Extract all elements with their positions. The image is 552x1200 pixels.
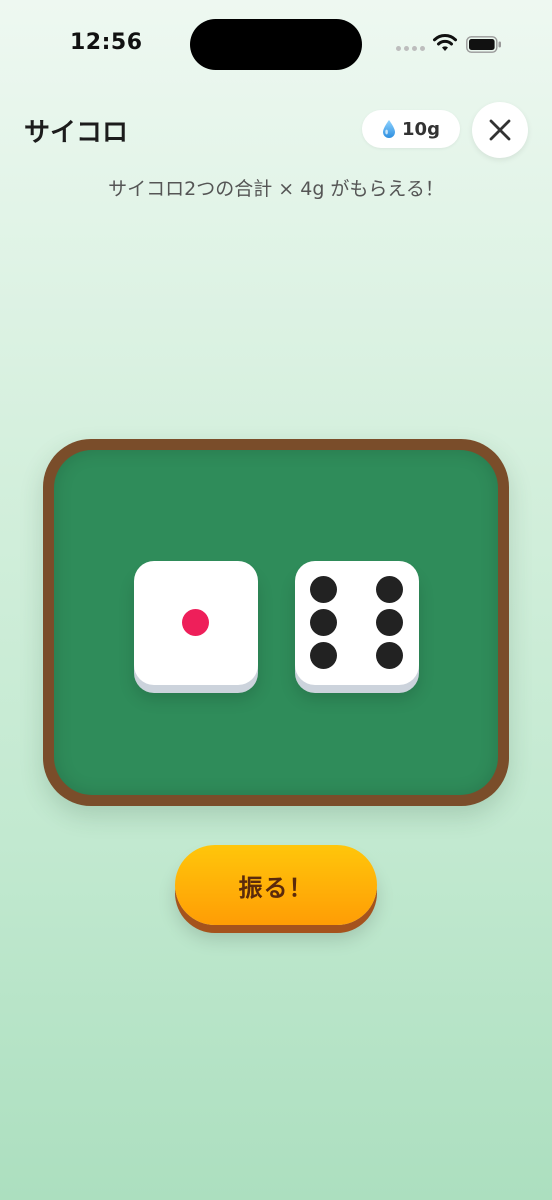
die-pip: [376, 642, 403, 669]
close-icon: [489, 119, 511, 141]
page-title: サイコロ: [24, 118, 129, 148]
die-two: [295, 561, 419, 685]
die-pip: [310, 609, 337, 636]
balance-chip: 10g: [362, 110, 460, 148]
close-button[interactable]: [472, 102, 528, 158]
battery-icon: [466, 36, 501, 53]
die-pip: [310, 642, 337, 669]
subtitle: サイコロ2つの合計 × 4g がもらえる！: [108, 178, 444, 200]
wifi-icon: [433, 34, 457, 51]
dynamic-island: [190, 19, 362, 70]
roll-button-label: 振る！: [238, 873, 314, 902]
roll-button[interactable]: 振る！: [175, 845, 377, 925]
die-one: [134, 561, 258, 685]
status-time: 12:56: [70, 30, 143, 55]
balance-value: 10g: [402, 118, 440, 140]
table-felt: [54, 450, 498, 795]
dice-table: [43, 439, 509, 806]
cellular-signal-icon: [396, 46, 425, 51]
die-pip: [376, 609, 403, 636]
die-pip: [182, 609, 209, 636]
water-drop-icon: [383, 120, 396, 138]
die-pip: [376, 576, 403, 603]
die-pip: [310, 576, 337, 603]
